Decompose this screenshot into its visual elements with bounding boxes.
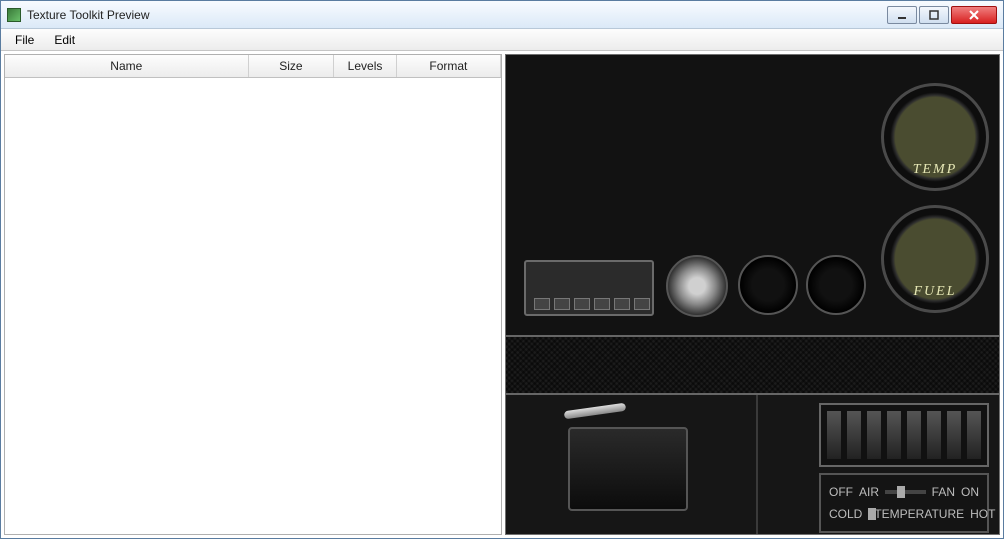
app-icon xyxy=(7,8,21,22)
app-window: Texture Toolkit Preview File Edit Name S… xyxy=(0,0,1004,539)
radio-unit xyxy=(524,260,654,316)
titlebar[interactable]: Texture Toolkit Preview xyxy=(1,1,1003,29)
table-header-row: Name Size Levels Format xyxy=(5,55,501,77)
col-header-format[interactable]: Format xyxy=(396,55,500,77)
label-off1: OFF xyxy=(829,485,853,499)
small-gauge-2 xyxy=(806,255,866,315)
label-fan: FAN xyxy=(932,485,955,499)
fuel-gauge: FUEL xyxy=(881,205,989,313)
col-header-levels[interactable]: Levels xyxy=(334,55,397,77)
menubar: File Edit xyxy=(1,29,1003,51)
label-air: AIR xyxy=(859,485,879,499)
texture-table: Name Size Levels Format xyxy=(5,55,501,78)
radio-knob xyxy=(666,255,728,317)
minimize-button[interactable] xyxy=(887,6,917,24)
maximize-button[interactable] xyxy=(919,6,949,24)
col-header-name[interactable]: Name xyxy=(5,55,248,77)
texture-list-pane: Name Size Levels Format xyxy=(4,54,502,535)
label-hot: HOT xyxy=(970,507,995,521)
temp-gauge: TEMP xyxy=(881,83,989,191)
hvac-sliders: OFF AIR FAN ON COLD TEMPERATURE HOT xyxy=(819,473,989,533)
panel-separator xyxy=(756,395,758,534)
speedometer-arc xyxy=(530,69,934,229)
window-title: Texture Toolkit Preview xyxy=(27,8,887,22)
label-temperature: TEMPERATURE xyxy=(874,507,964,521)
ashtray xyxy=(568,427,688,511)
small-gauge-1 xyxy=(738,255,798,315)
ac-vent xyxy=(819,403,989,467)
close-button[interactable] xyxy=(951,6,997,24)
label-on: ON xyxy=(961,485,979,499)
label-cold: COLD xyxy=(829,507,862,521)
texture-preview: TEMP FUEL xyxy=(506,55,999,534)
fuel-gauge-label: FUEL xyxy=(884,284,986,300)
client-area: Name Size Levels Format TEMP FUEL xyxy=(1,51,1003,538)
temp-gauge-label: TEMP xyxy=(884,162,986,178)
air-slider-track xyxy=(885,490,926,494)
texture-preview-pane: TEMP FUEL xyxy=(505,54,1000,535)
menu-file[interactable]: File xyxy=(5,29,44,50)
col-header-size[interactable]: Size xyxy=(248,55,334,77)
speaker-grille xyxy=(506,335,999,395)
menu-edit[interactable]: Edit xyxy=(44,29,85,50)
